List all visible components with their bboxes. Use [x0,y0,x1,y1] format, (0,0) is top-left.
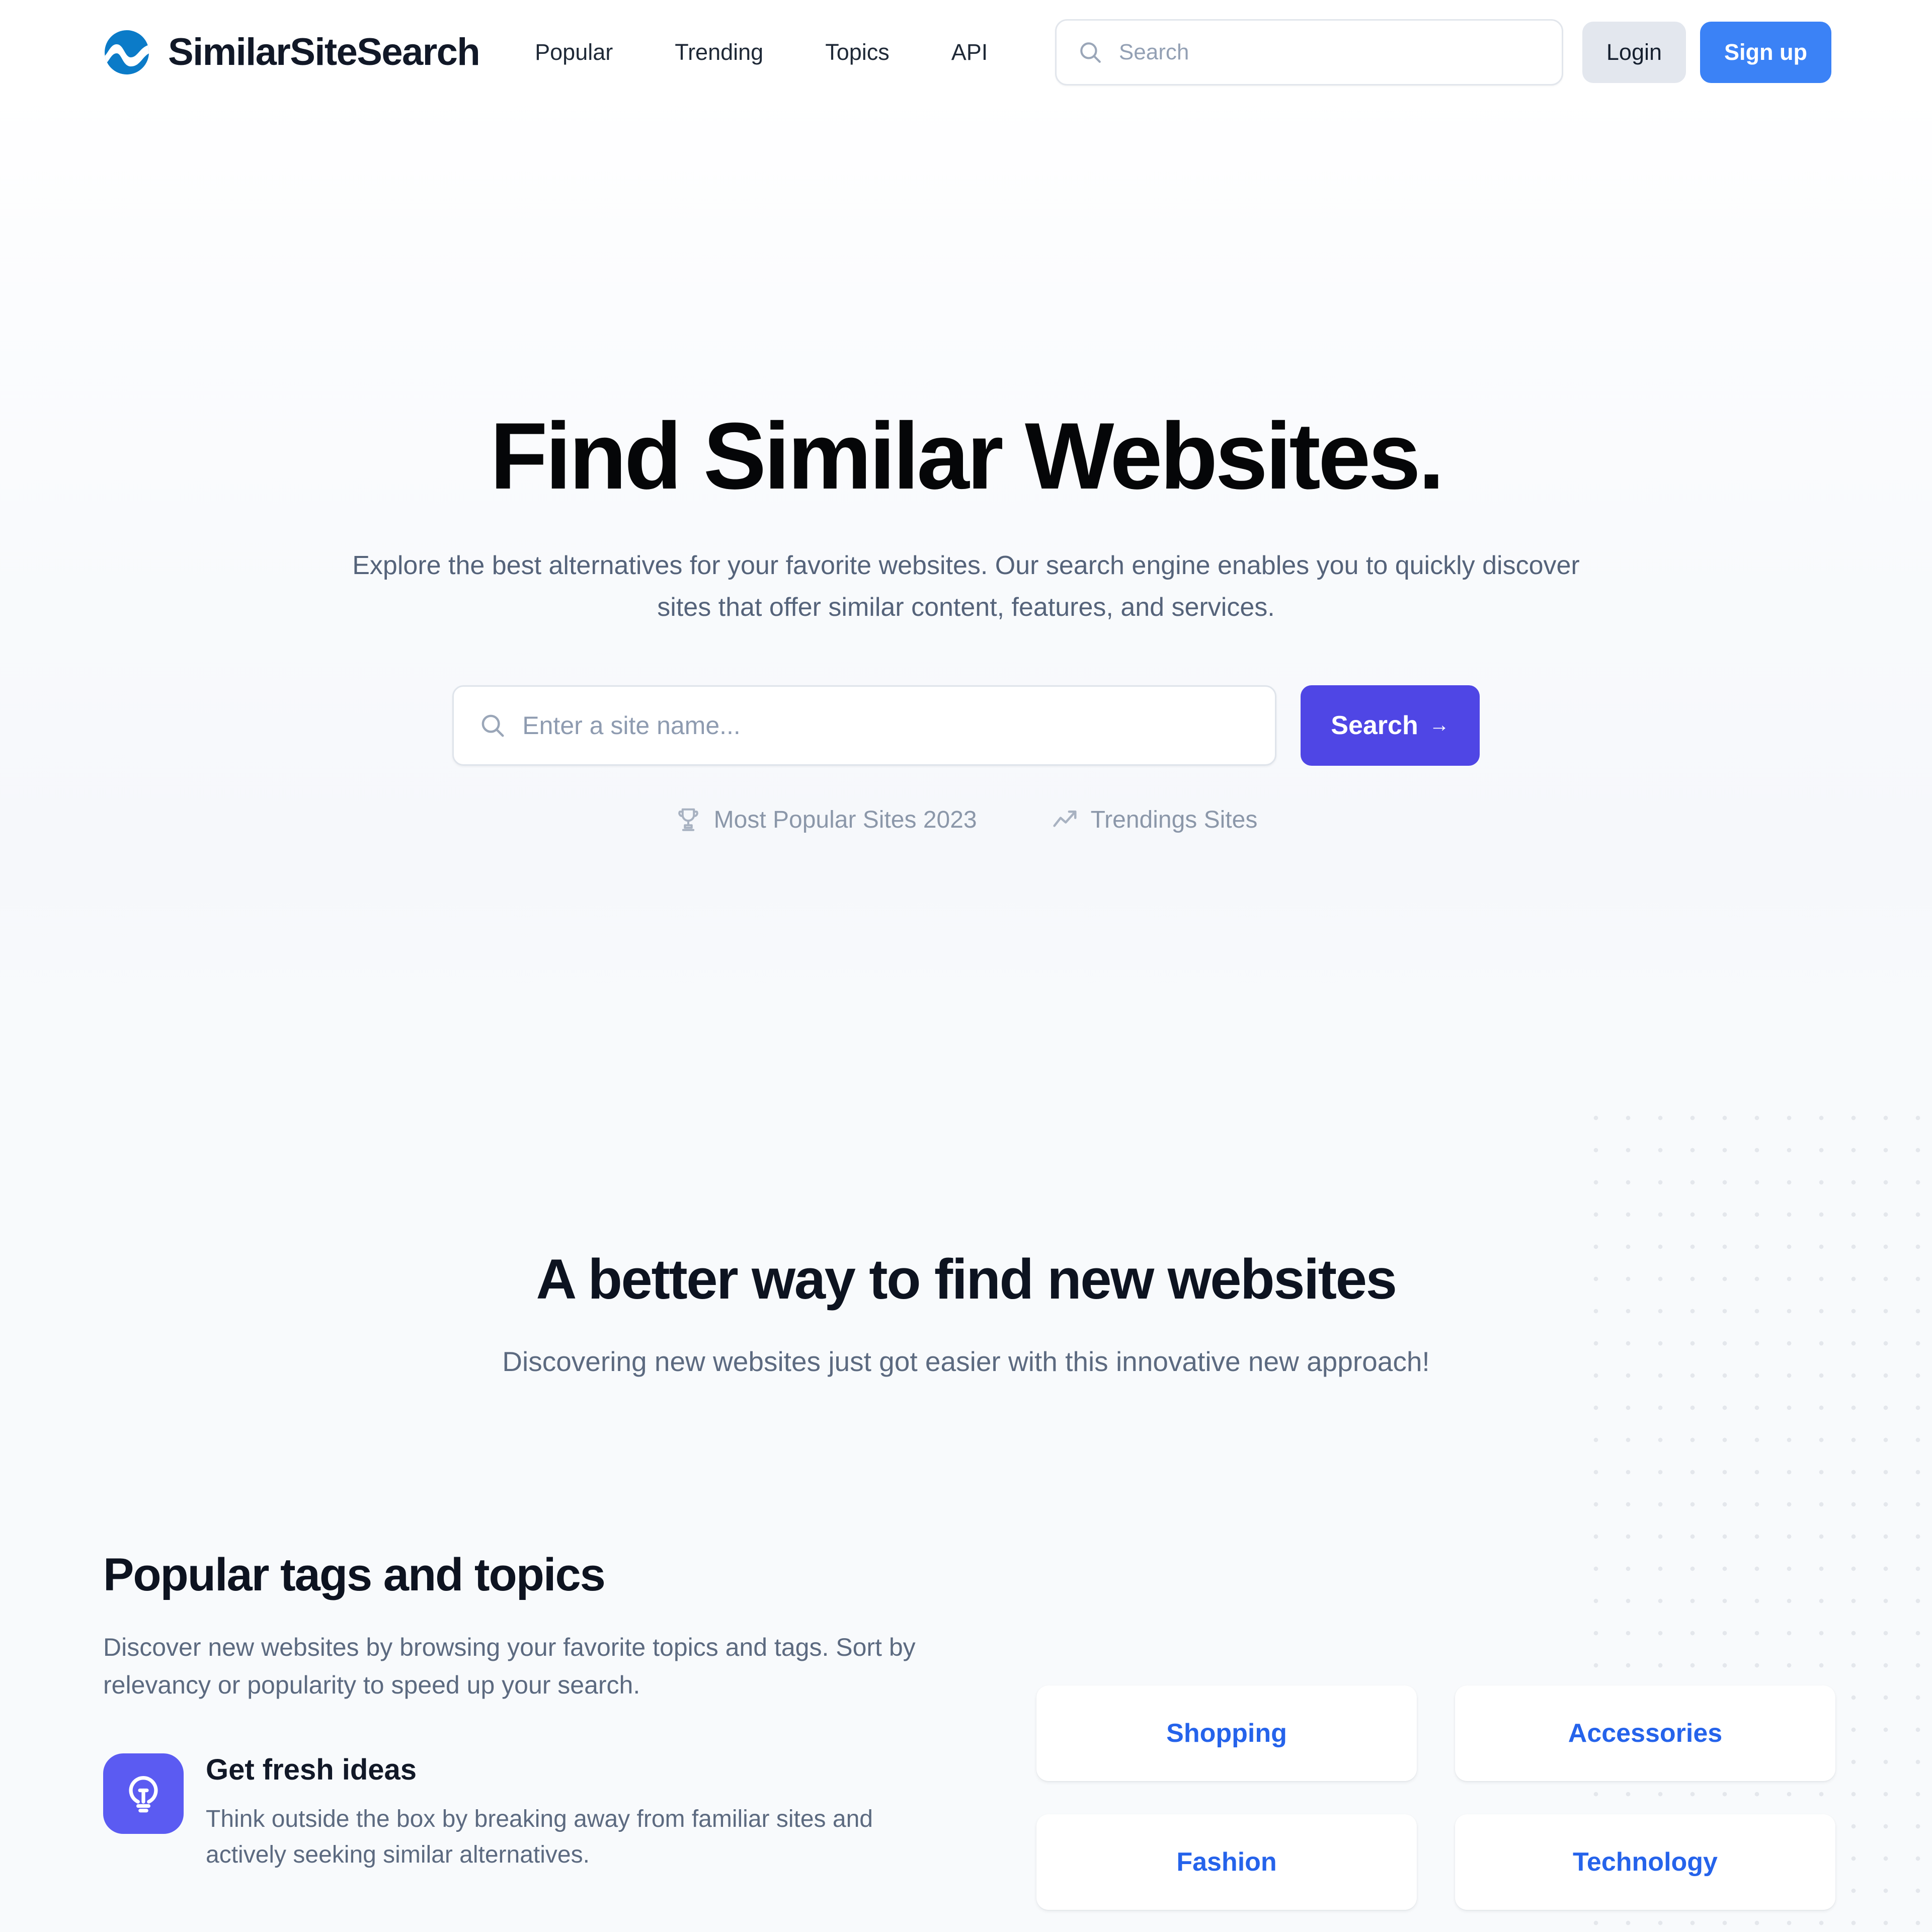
wave-circle-logo-icon [105,30,149,74]
popular-tags-section: Popular tags and topics Discover new web… [0,1549,1932,1910]
nav-item-topics[interactable]: Topics [825,29,890,75]
lightbulb-icon-badge [103,1753,184,1834]
site-header: SimilarSiteSearch Popular Trending Topic… [0,0,1932,105]
arrow-right-icon: → [1429,714,1450,737]
hero-search-form: Enter a site name... Search → [0,685,1932,766]
quicklink-most-popular-sites[interactable]: Most Popular Sites 2023 [675,806,977,834]
better-way-title: A better way to find new websites [536,1248,1397,1311]
header-search-placeholder: Search [1118,40,1189,64]
quicklink-label: Trendings Sites [1090,806,1258,833]
feature-description: Think outside the box by breaking away f… [206,1805,873,1868]
search-icon [1080,42,1101,63]
topic-card-fashion[interactable]: Fashion [1036,1814,1417,1910]
header-actions: Search Login Sign up [1055,19,1831,86]
header-search-input[interactable]: Search [1055,19,1563,86]
topic-card-label: Fashion [1176,1847,1277,1877]
hero-subtitle: Explore the best alternatives for your f… [352,551,1580,622]
topic-card-accessories[interactable]: Accessories [1455,1685,1835,1781]
lightbulb-icon [129,1776,158,1813]
brand-logo-link[interactable]: SimilarSiteSearch [101,26,480,78]
hero-search-button-label: Search [1331,710,1418,740]
page-root: SimilarSiteSearch Popular Trending Topic… [0,0,1932,1932]
signup-button[interactable]: Sign up [1700,22,1831,83]
topic-cards-grid: Shopping Accessories Fashion Technology [1036,1685,1852,1910]
topic-card-label: Accessories [1568,1719,1723,1748]
trophy-icon [678,808,698,831]
feature-text: Get fresh ideas Think outside the box by… [206,1753,925,1873]
hero-search-input[interactable]: Enter a site name... [452,685,1277,766]
popular-tags-title: Popular tags and topics [103,1549,606,1600]
quicklink-trending-sites[interactable]: Trendings Sites [1052,806,1258,834]
hero-search-placeholder: Enter a site name... [522,711,741,740]
nav-item-popular[interactable]: Popular [535,29,613,75]
feature-title: Get fresh ideas [206,1753,417,1787]
popular-tags-description: Discover new websites by browsing your f… [103,1633,916,1700]
hero-quicklinks: Most Popular Sites 2023 Trendings Sites [0,806,1932,834]
login-button[interactable]: Login [1582,22,1686,83]
better-way-section: A better way to find new websites Discov… [0,1248,1932,1382]
hero-search-button[interactable]: Search → [1301,685,1480,766]
popular-tags-copy: Popular tags and topics Discover new web… [103,1549,969,1873]
quicklink-label: Most Popular Sites 2023 [713,806,977,833]
better-way-subtitle: Discovering new websites just got easier… [502,1346,1430,1378]
primary-nav: Popular Trending Topics API [535,29,988,75]
feature-get-fresh-ideas: Get fresh ideas Think outside the box by… [103,1753,969,1873]
topic-card-shopping[interactable]: Shopping [1036,1685,1417,1781]
topic-card-technology[interactable]: Technology [1455,1814,1835,1910]
topic-card-label: Technology [1573,1847,1718,1877]
hero-section: Find Similar Websites. Explore the best … [0,105,1932,834]
nav-item-api[interactable]: API [951,29,988,75]
search-icon [481,714,504,737]
nav-item-trending[interactable]: Trending [675,29,763,75]
brand-name: SimilarSiteSearch [168,31,480,73]
topic-card-label: Shopping [1166,1719,1287,1748]
hero-title: Find Similar Websites. [490,403,1444,509]
trending-up-icon [1053,811,1077,827]
